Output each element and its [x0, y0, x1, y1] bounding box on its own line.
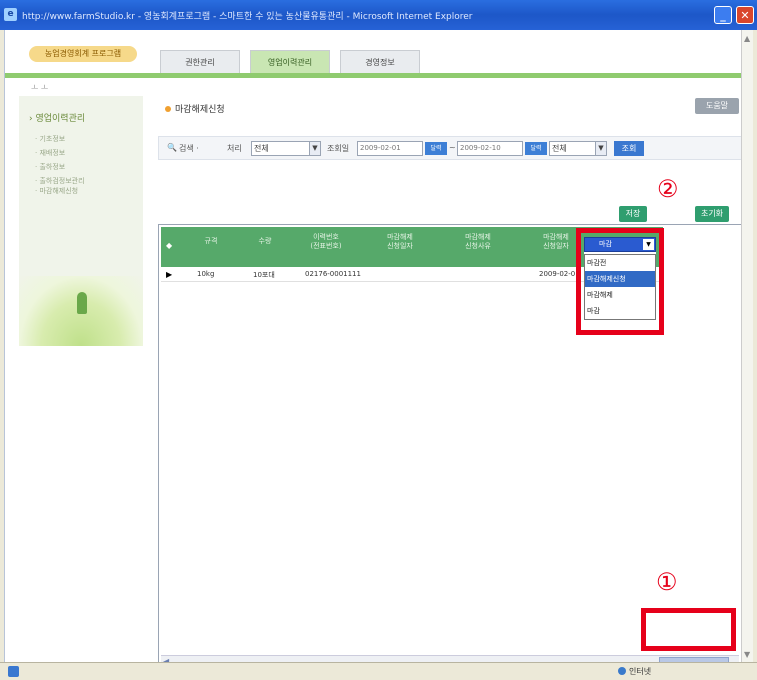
window-title: http://www.farmStudio.kr - 영농회계프로그램 - 스마…: [22, 12, 473, 22]
highlight-box-dropdown: [576, 228, 664, 335]
page-title-text: 마감해제신청: [175, 105, 225, 115]
security-zone: 인터넷: [618, 666, 651, 677]
status-label: 처리: [227, 144, 242, 153]
vertical-scrollbar[interactable]: ▲ ▼: [741, 30, 753, 662]
globe-icon: [618, 667, 626, 675]
tab-management[interactable]: 경영정보: [340, 50, 420, 74]
sidebar: › 영업이력관리 · 기초정보 · 재배정보 · 출하정보 · 출하검정보관리 …: [19, 96, 143, 346]
nav-markers: ㅗ ㅗ: [31, 83, 49, 92]
highlight-box-scrollbar: [641, 608, 736, 651]
date-from-input[interactable]: 2009-02-01: [357, 141, 423, 156]
col-request-date-2[interactable]: 마감해제 신청일자: [529, 233, 583, 251]
status-bar: 인터넷: [0, 662, 757, 680]
period-label: 조회일: [327, 144, 350, 153]
tab-permission[interactable]: 권한관리: [160, 50, 240, 74]
cell-qty: 10포대: [253, 271, 275, 279]
sidebar-item-release-request[interactable]: · 마감해제신청: [35, 186, 78, 196]
status-select[interactable]: 전체 ▼: [251, 141, 321, 156]
title-bar: e http://www.farmStudio.kr - 영농회계프로그램 - …: [0, 0, 757, 30]
search-button[interactable]: 조회: [614, 141, 644, 156]
page-content: 농업경영회계 프로그램 권한관리 영업이력관리 경영정보 ㅗ ㅗ › 영업이력관…: [4, 30, 753, 670]
calendar-button-from[interactable]: 달력: [425, 142, 447, 155]
status-select-value: 전체: [254, 144, 269, 153]
nav-divider: [5, 73, 742, 78]
col-qty[interactable]: 수량: [245, 237, 285, 246]
logo[interactable]: 농업경영회계 프로그램: [29, 46, 137, 62]
type-select[interactable]: 전체 ▼: [549, 141, 607, 156]
cell-date: 2009-02-0: [539, 270, 576, 278]
search-label: 검색 ·: [179, 144, 199, 153]
type-select-value: 전체: [552, 144, 567, 153]
tree-illustration: [77, 292, 87, 314]
close-button[interactable]: ✕: [736, 6, 754, 24]
sidebar-item-inspection[interactable]: · 출하검정보관리: [35, 176, 85, 186]
search-bar: 🔍 검색 · 처리 전체 ▼ 조회일 2009-02-01 달력 ~ 2009-…: [158, 136, 742, 160]
save-button[interactable]: 저장: [619, 206, 647, 222]
date-to-input[interactable]: 2009-02-10: [457, 141, 523, 156]
col-lot[interactable]: 이력번호 (전표번호): [299, 233, 353, 251]
cell-spec: 10kg: [197, 270, 215, 278]
ie-icon: e: [4, 8, 17, 21]
annotation-marker-2: ②: [657, 175, 679, 203]
bullet-icon: [165, 106, 171, 112]
browser-window: e http://www.farmStudio.kr - 영농회계프로그램 - …: [0, 0, 757, 680]
cell-lot: 02176-0001111: [305, 270, 361, 278]
page-title: 마감해제신청: [165, 102, 225, 115]
reset-button[interactable]: 초기화: [695, 206, 729, 222]
scroll-down-icon[interactable]: ▼: [744, 650, 752, 659]
col-request-reason[interactable]: 마감해제 신청사유: [451, 233, 505, 251]
sidebar-item-basic[interactable]: · 기초정보: [35, 134, 65, 144]
page-icon: [8, 666, 19, 677]
chevron-down-icon: ▼: [595, 142, 606, 155]
chevron-down-icon: ▼: [309, 142, 320, 155]
zone-label: 인터넷: [629, 667, 652, 676]
sidebar-heading[interactable]: › 영업이력관리: [29, 111, 85, 124]
date-separator: ~: [449, 143, 456, 152]
grid-corner-marker: ◆: [166, 241, 173, 250]
col-request-date[interactable]: 마감해제 신청일자: [373, 233, 427, 251]
sidebar-item-shipping[interactable]: · 출하정보: [35, 162, 65, 172]
scroll-up-icon[interactable]: ▲: [744, 34, 752, 43]
sidebar-item-cultivation[interactable]: · 재배정보: [35, 148, 65, 158]
search-icon: 🔍: [167, 143, 177, 152]
row-pointer-icon: ▶: [166, 270, 173, 279]
help-button[interactable]: 도움말: [695, 98, 739, 114]
annotation-marker-1: ①: [656, 568, 678, 596]
calendar-button-to[interactable]: 달력: [525, 142, 547, 155]
minimize-button[interactable]: _: [714, 6, 732, 24]
col-spec[interactable]: 규격: [191, 237, 231, 246]
tab-history[interactable]: 영업이력관리: [250, 50, 330, 74]
